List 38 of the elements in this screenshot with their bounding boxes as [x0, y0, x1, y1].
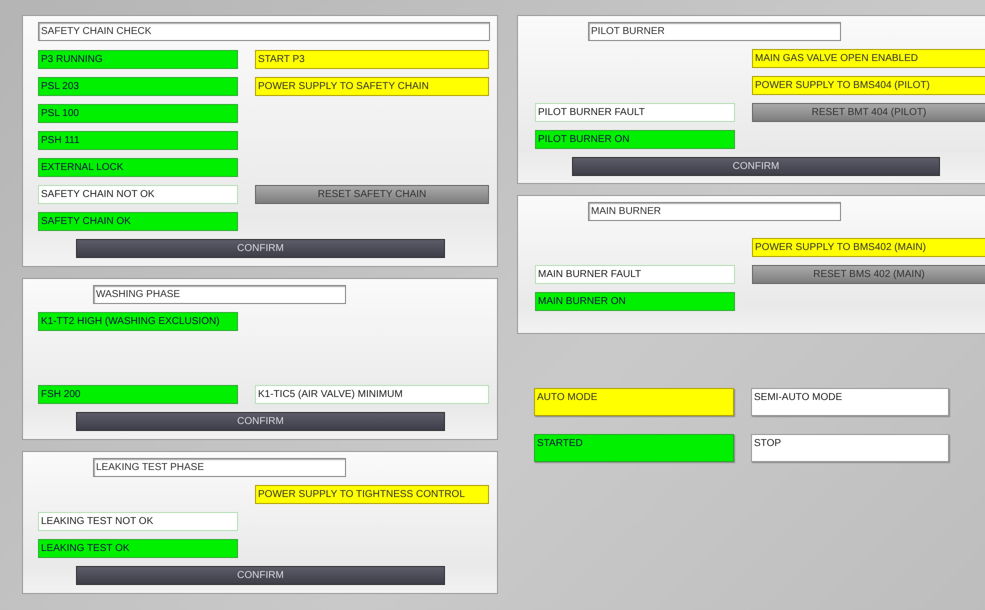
signal-indicator: POWER SUPPLY TO SAFETY CHAIN	[255, 77, 489, 96]
signal-indicator: POWER SUPPLY TO BMS402 (MAIN)	[752, 238, 985, 257]
status-indicator: FSH 200	[38, 385, 238, 404]
section-title: WASHING PHASE	[93, 285, 346, 304]
section-title: PILOT BURNER	[588, 22, 841, 41]
status-indicator: K1-TIC5 (AIR VALVE) MINIMUM	[255, 385, 489, 404]
status-indicator: SAFETY CHAIN OK	[38, 212, 238, 231]
reset-button[interactable]: RESET SAFETY CHAIN	[255, 185, 489, 204]
status-indicator: PILOT BURNER ON	[535, 130, 735, 149]
status-indicator: LEAKING TEST OK	[38, 539, 238, 558]
status-indicator: P3 RUNNING	[38, 50, 238, 69]
confirm-button[interactable]: CONFIRM	[572, 157, 940, 176]
reset-button[interactable]: RESET BMS 402 (MAIN)	[752, 265, 985, 284]
confirm-button[interactable]: CONFIRM	[76, 566, 445, 585]
status-indicator: PSL 203	[38, 77, 238, 96]
section-title: MAIN BURNER	[588, 202, 841, 221]
signal-indicator: POWER SUPPLY TO BMS404 (PILOT)	[752, 76, 985, 95]
status-indicator: MAIN BURNER ON	[535, 292, 735, 311]
signal-indicator: MAIN GAS VALVE OPEN ENABLED	[752, 49, 985, 68]
mode-button[interactable]: AUTO MODE	[534, 388, 734, 416]
status-indicator: LEAKING TEST NOT OK	[38, 512, 238, 531]
status-indicator: K1-TT2 HIGH (WASHING EXCLUSION)	[38, 312, 238, 331]
status-indicator: EXTERNAL LOCK	[38, 158, 238, 177]
signal-indicator: POWER SUPPLY TO TIGHTNESS CONTROL	[255, 485, 489, 504]
status-indicator: PSL 100	[38, 104, 238, 123]
section-title: SAFETY CHAIN CHECK	[38, 22, 490, 41]
status-indicator: MAIN BURNER FAULT	[535, 265, 735, 284]
mode-button[interactable]: STARTED	[534, 434, 734, 462]
status-indicator: PSH 111	[38, 131, 238, 150]
status-indicator: PILOT BURNER FAULT	[535, 103, 735, 122]
mode-button[interactable]: STOP	[751, 434, 949, 462]
confirm-button[interactable]: CONFIRM	[76, 412, 445, 431]
mode-button[interactable]: SEMI-AUTO MODE	[751, 388, 949, 416]
section-title: LEAKING TEST PHASE	[93, 458, 346, 477]
confirm-button[interactable]: CONFIRM	[76, 239, 445, 258]
status-indicator: SAFETY CHAIN NOT OK	[38, 185, 238, 204]
reset-button[interactable]: RESET BMT 404 (PILOT)	[752, 103, 985, 122]
signal-indicator: START P3	[255, 50, 489, 69]
